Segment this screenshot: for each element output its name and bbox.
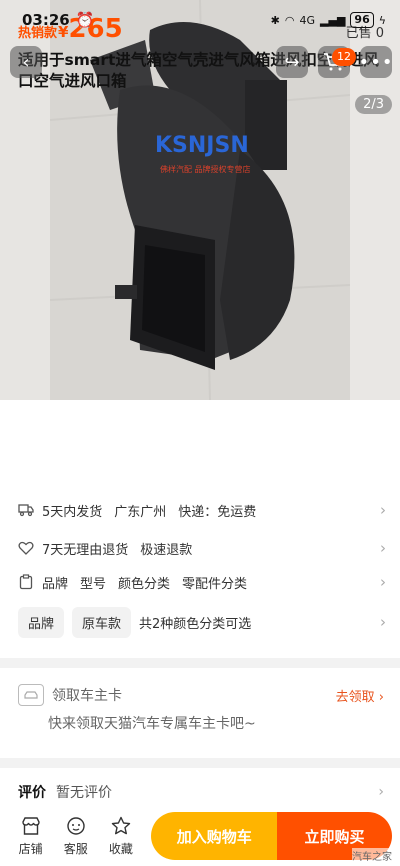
chevron-right-icon: › bbox=[380, 539, 386, 557]
chat-face-icon bbox=[65, 815, 87, 837]
signal-bars-icon: ▂▄▆ bbox=[320, 13, 346, 27]
bottom-action-bar: 店铺 客服 收藏 加入购物车 立即购买 bbox=[0, 806, 400, 866]
battery-icon: 96 bbox=[350, 12, 374, 28]
brand-logo-text: KSNJSN bbox=[155, 133, 249, 158]
image-pager: 2/3 bbox=[355, 95, 392, 114]
chevron-left-icon: ‹ bbox=[22, 51, 30, 73]
service-row[interactable]: 7天无理由退货 极速退款 › bbox=[18, 536, 386, 560]
store-icon bbox=[20, 815, 42, 837]
alarm-icon: ⏰ bbox=[75, 11, 95, 29]
variant-row[interactable]: 品牌 原车款 共2种颜色分类可选 › bbox=[18, 606, 386, 638]
delivery-fee: 快递：免运费 bbox=[178, 504, 257, 520]
clock-text: 03:26 bbox=[22, 11, 70, 29]
owner-card-header: 领取车主卡 去领取 › bbox=[18, 684, 384, 706]
charging-icon: ϟ bbox=[378, 13, 386, 27]
status-bar: 03:26 ⏰ ✱ ◠ 4G ▂▄▆ 96 ϟ bbox=[0, 0, 400, 40]
variant-summary: 共2种颜色分类可选 bbox=[139, 616, 252, 632]
chevron-right-icon: › bbox=[380, 501, 386, 519]
variant-tag[interactable]: 品牌 bbox=[18, 606, 65, 638]
status-icons: ✱ ◠ 4G ▂▄▆ 96 ϟ bbox=[271, 12, 386, 28]
share-button[interactable]: ↪ bbox=[276, 46, 308, 78]
review-empty: 暂无评价 bbox=[56, 785, 112, 801]
shipping-row[interactable]: 5天内发货 广东广州 快递：免运费 › bbox=[18, 498, 386, 522]
store-label: 店铺 bbox=[18, 842, 43, 856]
attribute-item: 零配件分类 bbox=[182, 576, 248, 592]
review-row[interactable]: 评价 暂无评价 › bbox=[18, 782, 384, 802]
truck-icon bbox=[18, 502, 34, 518]
clipboard-icon bbox=[18, 574, 34, 590]
product-page: KSNJSN 佛样汽配 品牌授权专营店 03:26 ⏰ ✱ ◠ 4G ▂▄▆ 9… bbox=[0, 0, 400, 866]
share-icon: ↪ bbox=[284, 51, 300, 73]
status-time: 03:26 ⏰ bbox=[22, 11, 94, 29]
owner-card-subtitle: 快来领取天猫汽车专属车主卡吧~ bbox=[48, 716, 256, 732]
wifi-icon: ◠ bbox=[284, 13, 295, 27]
attribute-item: 品牌 bbox=[42, 576, 69, 592]
brand-logo-subtext: 佛样汽配 品牌授权专营店 bbox=[160, 164, 251, 174]
chevron-right-icon: › bbox=[378, 784, 384, 800]
more-button[interactable]: ••• bbox=[358, 46, 394, 78]
owner-card-title: 领取车主卡 bbox=[52, 688, 122, 704]
star-icon bbox=[110, 815, 132, 837]
customer-service-button[interactable]: 客服 bbox=[53, 815, 98, 857]
favorite-label: 收藏 bbox=[108, 842, 133, 856]
add-to-cart-button[interactable]: 加入购物车 bbox=[151, 812, 278, 860]
back-button[interactable]: ‹ bbox=[10, 46, 42, 78]
claim-card-label: 去领取 bbox=[335, 689, 375, 705]
claim-card-link[interactable]: 去领取 › bbox=[336, 686, 384, 705]
signal-icon: 4G bbox=[299, 13, 316, 27]
refund-policy: 极速退款 bbox=[140, 542, 193, 558]
watermark: 汽车之家 bbox=[352, 848, 392, 863]
bluetooth-icon: ✱ bbox=[270, 13, 280, 27]
service-label: 客服 bbox=[63, 842, 88, 856]
attribute-item: 颜色分类 bbox=[118, 576, 171, 592]
return-policy: 7天无理由退货 bbox=[42, 542, 129, 558]
chevron-right-icon: › bbox=[380, 613, 386, 631]
dispatch-time: 5天内发货 bbox=[42, 504, 103, 520]
store-button[interactable]: 店铺 bbox=[8, 815, 53, 857]
attributes-row[interactable]: 品牌 型号 颜色分类 零配件分类 › bbox=[18, 570, 386, 594]
variant-tag[interactable]: 原车款 bbox=[72, 606, 132, 638]
ship-origin: 广东广州 bbox=[114, 504, 167, 520]
more-dots-icon: ••• bbox=[358, 51, 394, 73]
chevron-right-icon: › bbox=[380, 573, 386, 591]
attribute-item: 型号 bbox=[80, 576, 107, 592]
car-card-icon bbox=[18, 684, 44, 706]
review-label: 评价 bbox=[18, 785, 46, 801]
heart-shield-icon bbox=[18, 540, 34, 556]
favorite-button[interactable]: 收藏 bbox=[98, 815, 143, 857]
cart-count-badge: 12 bbox=[332, 48, 356, 66]
